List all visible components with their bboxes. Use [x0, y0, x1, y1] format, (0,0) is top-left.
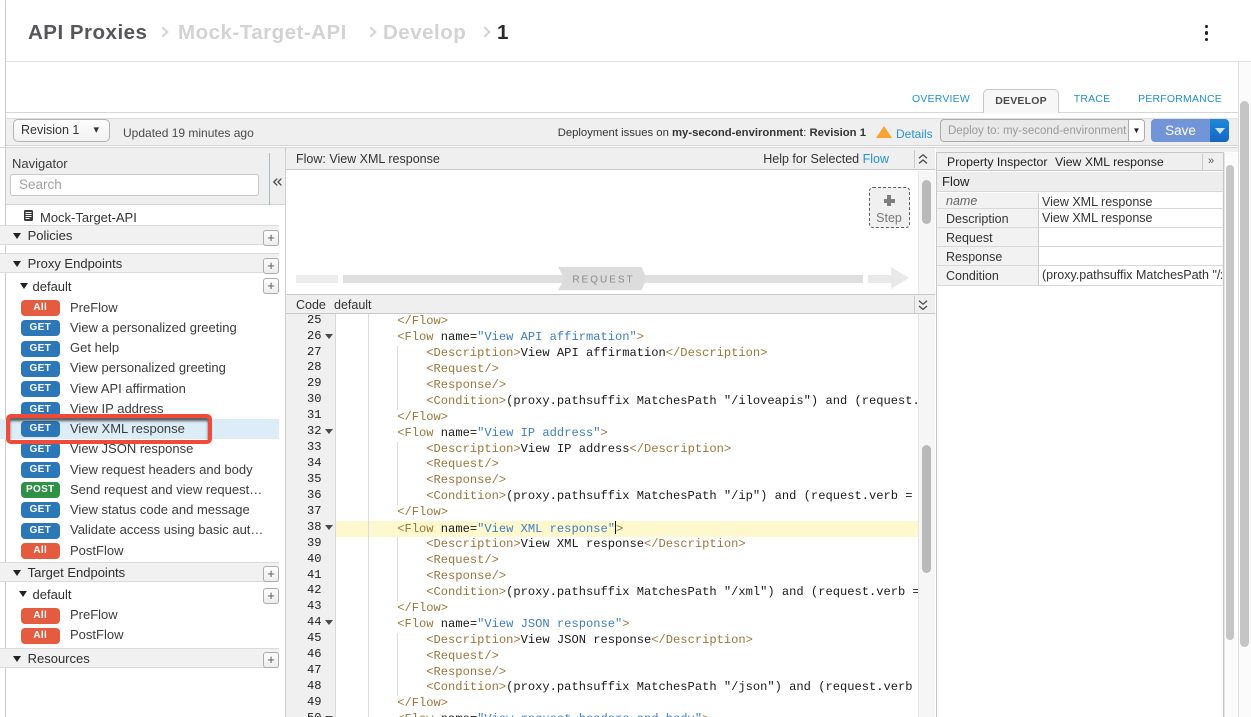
svg-text:REQUEST: REQUEST — [572, 275, 634, 286]
